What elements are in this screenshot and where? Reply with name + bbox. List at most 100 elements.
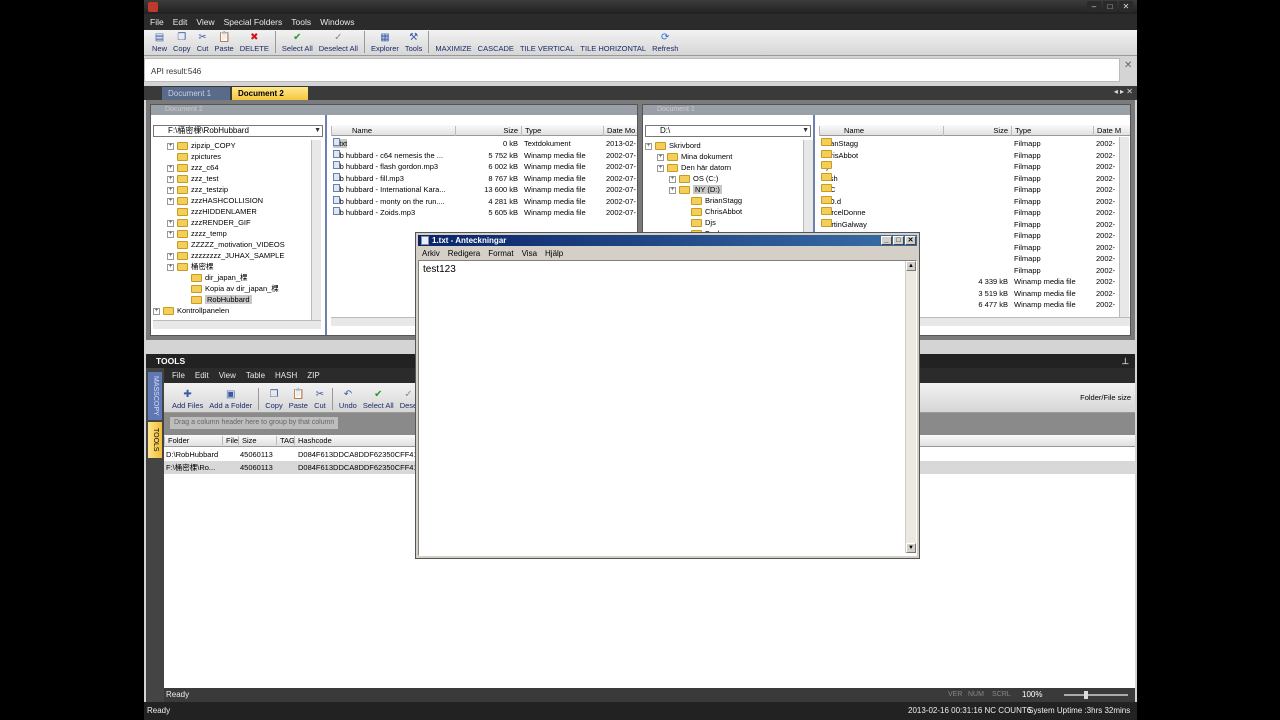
col-tag[interactable]: TAG <box>276 436 295 445</box>
tree-item[interactable]: + zzzHASHCOLLISION <box>167 195 263 206</box>
undo-button[interactable]: ↶ Undo <box>339 389 357 412</box>
new-button[interactable]: ▤ New <box>152 32 167 55</box>
file-row[interactable]: FTCFilmapp2002- <box>819 184 1119 196</box>
expand-icon[interactable]: + <box>167 263 174 271</box>
menu-windows[interactable]: Windows <box>320 17 354 27</box>
col-file[interactable]: File <box>222 436 238 445</box>
file-row[interactable]: rob hubbard - International Kara... 13 60… <box>331 184 637 196</box>
menu-special-folders[interactable]: Special Folders <box>224 17 283 27</box>
tree-item[interactable]: + OS (C:) <box>669 173 718 184</box>
expand-icon[interactable]: + <box>657 153 664 161</box>
cut-button[interactable]: ✂ Cut <box>197 32 209 55</box>
expand-icon[interactable]: + <box>669 175 676 183</box>
tree-item[interactable]: + zzzzzzzz_JUHAX_SAMPLE <box>167 250 284 261</box>
paste-button[interactable]: 📋 Paste <box>289 389 308 412</box>
file-row[interactable]: rob hubbard - monty on the run.... 4 281 … <box>331 195 637 208</box>
tools-menu-hash[interactable]: HASH <box>275 371 297 380</box>
col-folder[interactable]: Folder <box>164 436 222 445</box>
file-row[interactable]: MarcelDonne Filmapp 2002- <box>819 207 1119 219</box>
tree-item[interactable]: + Kontrollpanelen <box>153 305 229 316</box>
col-name[interactable]: Name <box>331 126 455 136</box>
scroll-down-icon[interactable]: ▼ <box>906 543 916 553</box>
file-row[interactable]: FashFilmapp2002- <box>819 172 1119 185</box>
tree-item[interactable]: zzzHIDDENLAMER <box>167 206 257 217</box>
minimize-icon[interactable]: – <box>1087 1 1101 12</box>
path-combo[interactable]: D:\ <box>645 125 811 137</box>
col-size[interactable]: Size <box>455 126 521 136</box>
select-all-button[interactable]: ✔ Select All <box>282 32 313 55</box>
maximize-icon[interactable]: □ <box>893 236 904 245</box>
expand-icon[interactable]: + <box>167 142 174 150</box>
tree-item[interactable]: dir_japan_棵 <box>181 272 248 283</box>
col-size[interactable]: Size <box>943 126 1011 136</box>
app-title-bar[interactable]: – □ ✕ <box>144 0 1137 14</box>
tools-menu-zip[interactable]: ZIP <box>307 371 319 380</box>
col-name[interactable]: Name <box>819 126 943 136</box>
path-combo[interactable]: F:\桶密棵\RobHubbard <box>153 125 323 137</box>
tree-item[interactable]: + zzz_testzip <box>167 184 228 195</box>
expand-icon[interactable]: + <box>167 230 174 238</box>
expand-icon[interactable]: + <box>669 186 676 194</box>
tools-menu-view[interactable]: View <box>219 371 236 380</box>
tile-horizontal-button[interactable]: TILE HORIZONTAL <box>580 32 646 55</box>
tree-item[interactable]: Kopia av dir_japan_棵 <box>181 283 279 294</box>
deselect-all-button[interactable]: ✓ Deselect All <box>319 32 358 55</box>
tab-document-2[interactable]: Document 2 <box>232 87 308 100</box>
delete-button[interactable]: ✖ DELETE <box>240 32 269 55</box>
col-type[interactable]: Type <box>1011 126 1093 136</box>
pin-icon[interactable]: ⊥ <box>1122 354 1129 368</box>
tree-item[interactable]: + 桶密棵 <box>167 261 214 272</box>
tree-item[interactable]: + zzz_test <box>167 173 219 184</box>
expand-icon[interactable]: + <box>167 164 174 172</box>
tree-item[interactable]: + Mina dokument <box>657 151 732 162</box>
expand-icon[interactable]: + <box>167 186 174 194</box>
add-a-folder-button[interactable]: ▣ Add a Folder <box>209 389 252 412</box>
close-icon[interactable]: ✕ <box>905 236 916 245</box>
api-close-icon[interactable]: ✕ <box>1124 60 1132 71</box>
maximize-icon[interactable]: □ <box>1103 1 1117 12</box>
expand-icon[interactable]: + <box>167 197 174 205</box>
file-row[interactable]: ChrisAbbot Filmapp 2002- <box>819 149 1119 162</box>
tree-item[interactable]: ChrisAbbot <box>681 206 742 217</box>
cascade-button[interactable]: CASCADE <box>478 32 514 55</box>
tree-item[interactable]: BrianStagg <box>681 195 742 206</box>
menu-file[interactable]: File <box>150 17 164 27</box>
tree-item[interactable]: zpictures <box>167 151 221 162</box>
tree-item[interactable]: Djs <box>681 217 716 228</box>
tools-menu-table[interactable]: Table <box>246 371 265 380</box>
col-hashcode[interactable]: Hashcode <box>294 436 414 445</box>
notepad-menu-hjälp[interactable]: Hjälp <box>545 249 563 258</box>
expand-icon[interactable]: + <box>167 219 174 227</box>
file-row[interactable]: G.O.dFilmapp2002- <box>819 195 1119 208</box>
notepad-menu-format[interactable]: Format <box>488 249 513 258</box>
col-type[interactable]: Type <box>521 126 603 136</box>
close-icon[interactable]: ✕ <box>1119 1 1133 12</box>
tree-item[interactable]: + Den här datorn <box>657 162 731 173</box>
scroll-up-icon[interactable]: ▲ <box>906 261 916 271</box>
copy-button[interactable]: ❐ Copy <box>265 389 283 412</box>
file-row[interactable]: rob hubbard - flash gordon.mp3 6 002 kB Wi… <box>331 161 637 173</box>
tree-vscroll[interactable] <box>803 140 813 240</box>
copy-button[interactable]: ❐ Copy <box>173 32 191 55</box>
file-row[interactable]: rob hubbard - Zoids.mp3 5 605 kB Winamp me… <box>331 207 637 219</box>
notepad-menu-arkiv[interactable]: Arkiv <box>422 249 440 258</box>
notepad-title-bar[interactable]: 1.txt - Anteckningar _ □ ✕ <box>418 235 917 246</box>
notepad-menu-redigera[interactable]: Redigera <box>448 249 480 258</box>
file-row[interactable]: 1.txt 0 kB Textdokument 2013-02- <box>331 138 637 150</box>
file-row[interactable]: BrianStagg Filmapp 2002- <box>819 138 1119 150</box>
col-date[interactable]: Date M <box>1093 126 1130 136</box>
tree-item[interactable]: ZZZZZ_motivation_VIDEOS <box>167 239 285 250</box>
tree-item[interactable]: + zipzip_COPY <box>167 140 236 151</box>
expand-icon[interactable]: + <box>167 175 174 183</box>
tree-item[interactable]: + zzz_c64 <box>167 162 219 173</box>
paste-button[interactable]: 📋 Paste <box>215 32 234 55</box>
folder-file-size-column[interactable]: Folder/File size <box>1080 393 1131 402</box>
file-row[interactable]: rob hubbard - c64 nemesis the ... 5 752 k… <box>331 149 637 162</box>
cut-button[interactable]: ✂ Cut <box>314 389 326 412</box>
zoom-slider[interactable] <box>1064 694 1128 696</box>
side-tab-masscopy[interactable]: MASSCOPY <box>148 372 162 420</box>
add-files-button[interactable]: ✚ Add Files <box>172 389 203 412</box>
file-row[interactable]: rob hubbard - fill.mp3 8 767 kB Winamp med… <box>331 172 637 185</box>
tools-menu-edit[interactable]: Edit <box>195 371 209 380</box>
tree-item[interactable]: + zzzRENDER_GIF <box>167 217 251 228</box>
